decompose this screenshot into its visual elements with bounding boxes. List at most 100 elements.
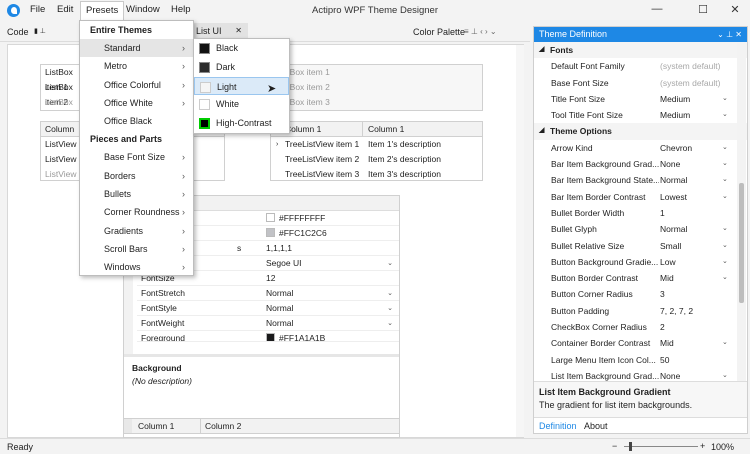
chevron-down-icon[interactable]: ⌄ [722,335,728,351]
menu-presets[interactable]: Presets [80,1,125,20]
menu-file[interactable]: File [30,4,45,15]
list-item[interactable]: ListBox item 2 [41,80,84,107]
color-palette-tab[interactable]: Color Palette [413,27,465,37]
chevron-down-icon[interactable]: ⌄ [722,221,728,237]
pin-icon[interactable]: ▮ ⊥ [34,27,46,35]
property-row[interactable]: Large Menu Item Icon Col... 50 [534,352,747,368]
property-row[interactable]: Button Background Gradie... Low ⌄ [534,254,747,270]
submenu-item-high-contrast[interactable]: High-Contrast [194,114,289,133]
submenu-item-light[interactable]: Light ➤ [194,76,289,96]
data-grid[interactable]: Column 1 Column 2 [123,418,400,438]
chevron-down-icon[interactable]: ⌄ [722,140,728,156]
treelistview[interactable]: Column 1 Column 1 › TreeListView item 1 … [270,121,483,181]
column-header[interactable]: Column 2 [200,419,241,434]
splitter[interactable] [124,354,399,357]
property-row[interactable]: Base Font Size (system default) [534,75,747,91]
property-value[interactable]: None [660,156,680,172]
menu-window[interactable]: Window [126,4,160,15]
panel-controls-icon[interactable]: ⌄ ⊥ ✕ [717,27,742,42]
zoom-in-icon[interactable]: + [700,441,705,451]
property-row[interactable]: FontStretch Normal ⌄ [137,286,399,301]
chevron-down-icon[interactable]: ⌄ [722,254,728,270]
vertical-scrollbar[interactable] [737,43,746,381]
property-value[interactable]: Normal [660,221,687,237]
property-row[interactable]: FontStyle Normal ⌄ [137,301,399,316]
table-row[interactable]: TreeListView item 3 Item 3's description [271,167,482,180]
menu-item-metro[interactable]: Metro › [80,57,193,75]
property-row[interactable]: Title Font Size Medium ⌄ [534,91,747,107]
property-row[interactable]: Bullet Border Width 1 [534,205,747,221]
column-header[interactable]: Column 1 [362,122,404,137]
menu-item-office-black[interactable]: Office Black [80,112,193,130]
property-row[interactable]: Button Border Contrast Mid ⌄ [534,270,747,286]
property-row[interactable]: Button Padding 7, 2, 7, 2 [534,303,747,319]
property-row[interactable]: Arrow Kind Chevron ⌄ [534,140,747,156]
menu-item-base-font-size[interactable]: Base Font Size › [80,148,193,166]
menu-item-bullets[interactable]: Bullets › [80,185,193,203]
chevron-down-icon[interactable]: ⌄ [722,238,728,254]
submenu-item-white[interactable]: White [194,95,289,114]
property-value[interactable]: 50 [660,352,669,368]
column-header[interactable]: Column 1 [285,122,321,137]
property-row[interactable]: Bullet Relative Size Small ⌄ [534,238,747,254]
property-value[interactable]: Low [660,254,676,270]
menu-item-office-colorful[interactable]: Office Colorful › [80,76,193,94]
menu-item-scroll-bars[interactable]: Scroll Bars › [80,240,193,258]
chevron-down-icon[interactable]: ⌄ [722,172,728,188]
zoom-slider[interactable] [624,442,698,451]
zoom-out-icon[interactable]: − [612,441,617,451]
menu-edit[interactable]: Edit [57,4,73,15]
column-header[interactable]: Column 1 [138,419,174,434]
property-row[interactable]: Bar Item Background Grad... None ⌄ [534,156,747,172]
chevron-down-icon[interactable]: ⌄ [387,316,393,331]
property-value[interactable]: Normal [660,172,687,188]
menu-item-corner-roundness[interactable]: Corner Roundness › [80,203,193,221]
palette-nav-icon[interactable]: ≡ ⊥ ‹ › ⌄ [464,27,497,36]
code-tab[interactable]: Code [7,27,29,37]
menu-item-standard[interactable]: Standard › [80,39,193,58]
property-value[interactable]: Mid [660,270,674,286]
chevron-down-icon[interactable]: ⌄ [722,189,728,205]
property-row[interactable]: FontWeight Normal ⌄ [137,316,399,331]
table-row[interactable]: › TreeListView item 1 Item 1's descripti… [271,137,482,152]
chevron-down-icon[interactable]: ⌄ [387,286,393,301]
category-fonts[interactable]: ◢ Fonts [534,42,747,59]
property-row[interactable]: Bar Item Background State... Normal ⌄ [534,172,747,188]
property-value[interactable]: Small [660,238,681,254]
menu-item-borders[interactable]: Borders › [80,167,193,185]
chevron-down-icon[interactable]: ⌄ [722,156,728,172]
property-row[interactable]: Default Font Family (system default) [534,58,747,74]
property-row[interactable]: Bullet Glyph Normal ⌄ [534,221,747,237]
property-value[interactable]: 3 [660,286,665,302]
table-row[interactable]: TreeListView item 2 Item 2's description [271,152,482,167]
tab-close-icon[interactable]: ✕ [235,26,242,35]
submenu-item-black[interactable]: Black [194,39,289,58]
minimize-icon[interactable]: — [649,3,665,15]
vertical-scrollbar[interactable] [516,45,524,437]
category-theme-options[interactable]: ◢ Theme Options [534,123,747,140]
submenu-item-dark[interactable]: Dark [194,58,289,77]
property-value[interactable]: Chevron [660,140,692,156]
menu-item-gradients[interactable]: Gradients › [80,222,193,240]
close-icon[interactable]: ✕ [727,3,743,16]
maximize-icon[interactable]: ☐ [695,3,711,16]
property-value[interactable]: 1 [660,205,665,221]
chevron-down-icon[interactable]: ⌄ [387,301,393,316]
property-row[interactable]: Container Border Contrast Mid ⌄ [534,335,747,351]
chevron-down-icon[interactable]: ⌄ [722,107,728,123]
property-row[interactable]: Foreground #FF1A1A1B [137,331,399,342]
expand-icon[interactable]: › [276,137,278,152]
property-row[interactable]: Button Corner Radius 3 [534,286,747,302]
menu-item-office-white[interactable]: Office White › [80,94,193,112]
property-row[interactable]: CheckBox Corner Radius 2 [534,319,747,335]
chevron-down-icon[interactable]: ⌄ [722,270,728,286]
scroll-thumb[interactable] [739,183,744,303]
menu-help[interactable]: Help [171,4,191,15]
tab-definition[interactable]: Definition [539,421,577,431]
property-row[interactable]: Tool Title Font Size Medium ⌄ [534,107,747,123]
tab-about[interactable]: About [584,421,608,431]
property-value[interactable]: Lowest [660,189,687,205]
chevron-down-icon[interactable]: ⌄ [387,256,393,271]
menu-item-windows[interactable]: Windows › [80,258,193,276]
property-value[interactable]: 7, 2, 7, 2 [660,303,693,319]
